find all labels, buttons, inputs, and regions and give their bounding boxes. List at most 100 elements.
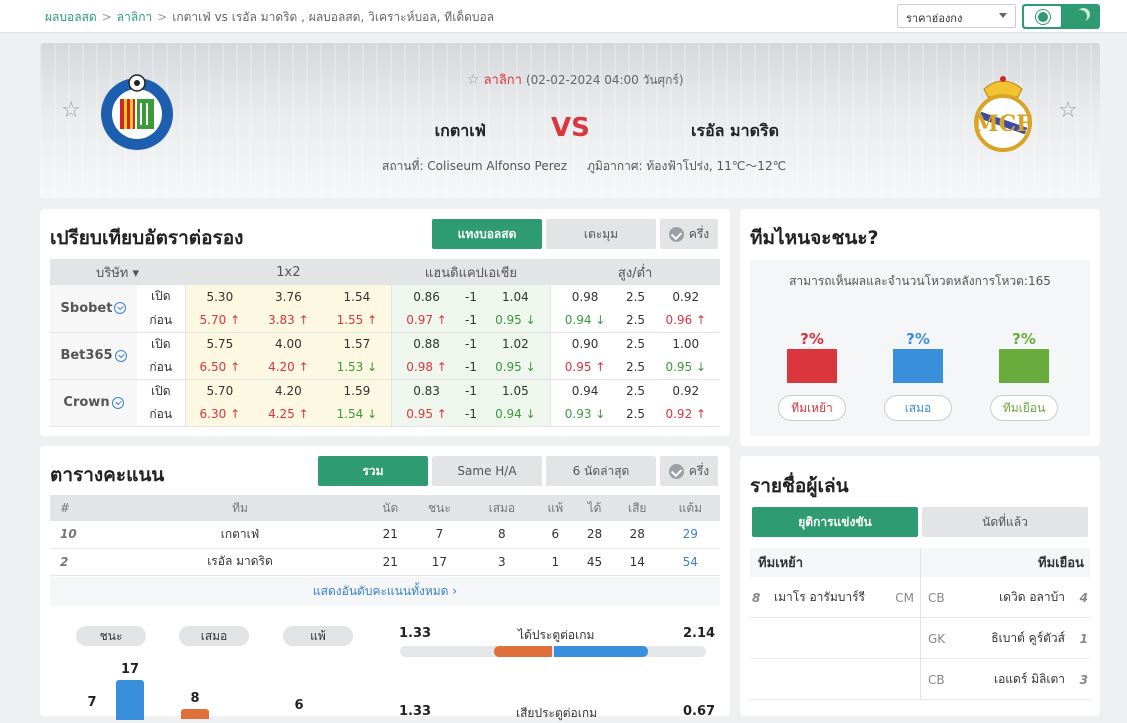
vote-home-button[interactable]: ทีมเหย้า — [778, 395, 846, 421]
odds-header-handicap: แฮนดิแคปเอเชีย — [391, 259, 551, 285]
match-datetime: (02-02-2024 04:00 วันศุกร์) — [525, 73, 684, 87]
odds-state-label: ก่อน — [137, 355, 186, 380]
standings-header: เสมอ — [468, 495, 536, 521]
odds-value: 0.94 ↓ — [481, 402, 551, 427]
standings-cell: 21 — [370, 521, 411, 549]
vote-away-bar — [999, 349, 1049, 383]
odds-value: 4.25 ↑ — [254, 402, 323, 427]
odds-value: 1.02 — [481, 332, 551, 356]
odds-value: 5.30 — [185, 285, 255, 309]
chevron-down-icon — [999, 13, 1007, 18]
show-all-standings-link[interactable]: แสดงอันดับคะแนนทั้งหมด › — [50, 577, 720, 606]
vs-label: VS — [551, 113, 590, 143]
lineup-away-player[interactable]: GK ธิเบาต์ คูร์ตัวส์ 1 — [921, 619, 1090, 659]
standings-header: นัด — [370, 495, 411, 521]
odds-row-live: ก่อน 6.30 ↑ 4.25 ↑ 1.54 ↓ 0.95 ↑ -1 0.94 ↓ 0.93… — [50, 402, 720, 427]
tab-lineup-previous[interactable]: นัดที่แล้ว — [922, 507, 1088, 537]
breadcrumb-home-link[interactable]: ผลบอลสด — [45, 10, 97, 24]
top-bar: ผลบอลสด > ลาลิกา > เกตาเฟ่ vs เรอัล มาดริด ,… — [0, 0, 1127, 33]
real-madrid-logo: MCF — [974, 76, 1032, 152]
bookmaker-cell[interactable]: Crown — [50, 379, 137, 427]
goals-per-game-label: ได้ประตูต่อเกม — [518, 628, 595, 642]
vote-draw-bar — [893, 349, 943, 383]
odds-value: 1.57 — [322, 332, 392, 356]
away-team-name[interactable]: เรอัล มาดริด — [691, 119, 779, 144]
odds-state-label: เปิด — [137, 379, 186, 403]
half-toggle[interactable]: ครึ่ง — [660, 219, 718, 249]
standings-row[interactable]: 10 เกตาเฟ่ 21 7 8 6 28 28 29 — [50, 521, 720, 549]
vote-home-bar — [787, 349, 837, 383]
odds-value: 0.98 ↑ — [391, 355, 461, 380]
odds-row-open: Crown เปิด 5.70 4.20 1.59 0.83 -1 1.05 0.94 2.5 0.… — [50, 379, 720, 427]
bookmaker-cell[interactable]: Sbobet — [50, 285, 137, 333]
odds-value: 0.96 ↑ — [651, 308, 720, 333]
lineup-away-player[interactable]: CB เอแดร์ มิลิเตา 3 — [921, 660, 1090, 700]
pill-draw: เสมอ — [179, 626, 249, 646]
odds-format-select[interactable]: ราคาฮ่องกง — [897, 4, 1016, 28]
goals-track — [400, 646, 706, 657]
odds-value: 5.70 ↑ — [185, 308, 255, 333]
tab-overall[interactable]: รวม — [318, 456, 428, 486]
getafe-logo — [101, 74, 173, 150]
standings-row[interactable]: 2 เรอัล มาดริด 21 17 3 1 45 14 54 — [50, 548, 720, 576]
svg-text:MCF: MCF — [974, 111, 1032, 137]
half-label: ครึ่ง — [688, 226, 710, 241]
standings-cell: 8 — [468, 521, 536, 549]
chevron-circle-icon[interactable] — [114, 349, 127, 362]
sun-icon[interactable] — [1024, 6, 1061, 27]
favorite-away-star-icon[interactable]: ☆ — [1057, 100, 1079, 122]
moon-icon[interactable] — [1074, 10, 1087, 23]
odds-row-live: ก่อน 6.50 ↑ 4.20 ↑ 1.53 ↓ 0.98 ↑ -1 0.95 ↓ 0.95… — [50, 355, 720, 380]
odds-value: 0.92 — [672, 289, 700, 304]
chevron-circle-icon[interactable] — [111, 396, 124, 409]
vote-draw-button[interactable]: เสมอ — [884, 395, 952, 421]
tab-lineup-match[interactable]: ยุติการแข่งขัน — [752, 507, 918, 537]
standings-cell: 2 — [50, 548, 110, 576]
tab-same-ha[interactable]: Same H/A — [432, 456, 542, 486]
standings-header: แต้ม — [660, 495, 720, 521]
vote-box: สามารถเห็นผลและจำนวนโหวตหลังการโหวต:165 … — [750, 260, 1090, 436]
tab-live-odds[interactable]: แทงบอลสด — [432, 219, 542, 249]
standings-half-toggle[interactable]: ครึ่ง — [660, 456, 718, 486]
odds-header-company[interactable]: บริษัท ▾ — [50, 259, 185, 285]
odds-value: 1.54 ↓ — [322, 402, 392, 427]
home-goals-per-game: 1.33 — [399, 626, 432, 641]
breadcrumb-league-link[interactable]: ลาลิกา — [117, 10, 152, 24]
home-team-name[interactable]: เกตาเฟ่ — [386, 119, 486, 144]
standings-title: ตารางคะแนน — [50, 464, 165, 486]
odds-header-overunder: สูง/ต่ำ — [550, 259, 720, 285]
lineup-away-player[interactable]: CB เดวิด อลาบ้า 4 — [921, 578, 1090, 618]
bar-label: 8 — [190, 691, 200, 706]
odds-state-label: ก่อน — [137, 308, 186, 333]
odds-value: 0.90 — [549, 332, 620, 356]
theme-toggle[interactable] — [1022, 4, 1100, 29]
odds-value: 4.00 — [254, 332, 323, 356]
odds-value: 0.92 ↑ — [651, 402, 720, 427]
lineup-home-label: ทีมเหย้า — [758, 556, 804, 571]
chevron-circle-icon[interactable] — [114, 302, 127, 315]
vote-away-button[interactable]: ทีมเยือน — [990, 395, 1058, 421]
tab-last-six[interactable]: 6 นัดล่าสุด — [546, 456, 656, 486]
standings-cell: 29 — [660, 521, 720, 549]
odds-value: 1.04 — [481, 285, 551, 309]
favorite-home-star-icon[interactable]: ☆ — [60, 100, 82, 122]
breadcrumb: ผลบอลสด > ลาลิกา > เกตาเฟ่ vs เรอัล มาดริด ,… — [45, 10, 495, 24]
odds-value: 0.94 — [549, 379, 620, 403]
odds-value: 0.95 ↑ — [391, 402, 461, 427]
standings-cell: 6 — [535, 521, 576, 549]
standings-cell: 28 — [575, 521, 614, 549]
odds-value: 2.5 — [619, 308, 652, 333]
match-league-line: ☆ ลาลิกา (02-02-2024 04:00 วันศุกร์) — [467, 69, 684, 90]
odds-value: 2.5 — [625, 337, 646, 351]
away-conceded-per-game: 0.67 — [683, 704, 716, 719]
odds-value: -1 — [460, 355, 482, 380]
league-name[interactable]: ลาลิกา — [484, 73, 522, 88]
bookmaker-cell[interactable]: Bet365 — [50, 332, 137, 380]
odds-value: 0.93 ↓ — [549, 402, 620, 427]
favorite-match-star-icon[interactable]: ☆ — [467, 72, 480, 88]
odds-value: -1 — [460, 285, 482, 309]
odds-value: 0.86 — [391, 285, 461, 309]
odds-value: 0.83 — [391, 379, 461, 403]
lineup-home-player[interactable]: 8 เมาโร อารัมบาร์รี CM — [750, 578, 920, 618]
tab-corners[interactable]: เตะมุม — [546, 219, 656, 249]
